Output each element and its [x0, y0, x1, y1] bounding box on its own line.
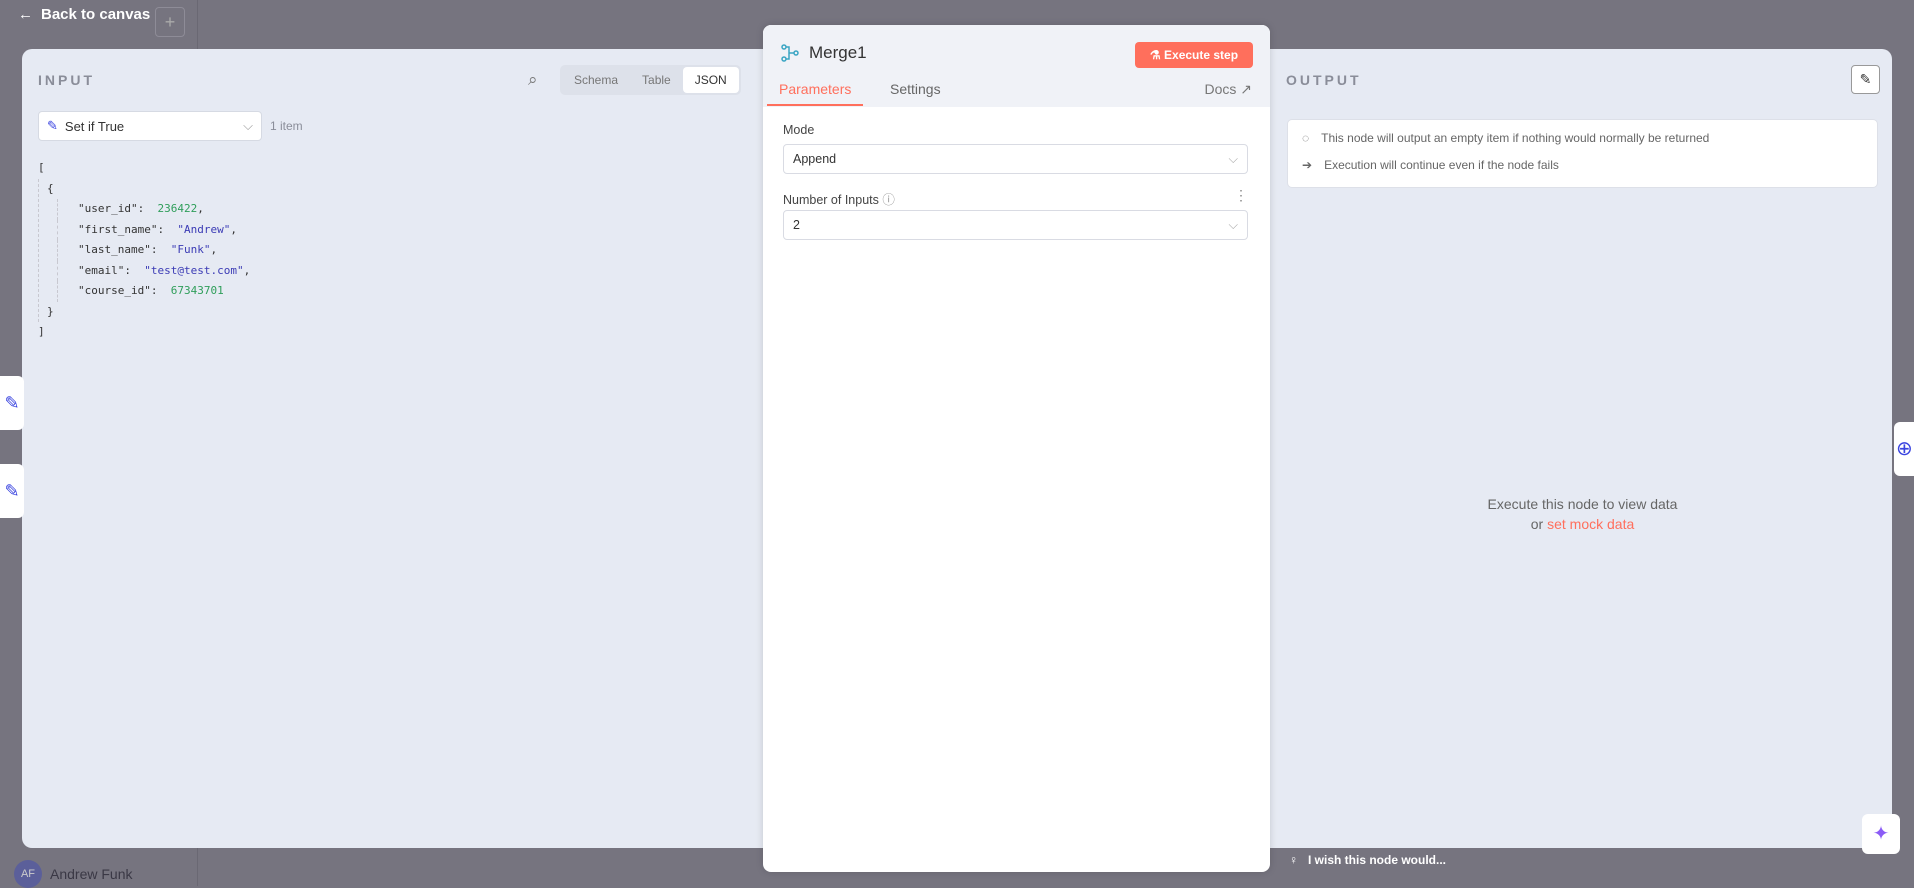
node-title: Merge1	[809, 43, 867, 62]
user-name: Andrew Funk	[50, 866, 133, 882]
chevron-down-icon: ⌵	[243, 118, 253, 133]
options-menu-icon[interactable]: ⋮	[1234, 187, 1248, 204]
json-close-brace: }	[47, 304, 54, 318]
node-settings-panel: Merge1 ⚗ Execute step Parameters Setting…	[763, 25, 1270, 872]
chevron-down-icon: ⌵	[1228, 218, 1238, 232]
json-field: "email": "test@test.com",	[57, 260, 250, 281]
set-mock-data-link[interactable]: set mock data	[1547, 516, 1634, 532]
json-field: "course_id": 67343701	[57, 281, 250, 302]
search-icon[interactable]: ⌕	[528, 70, 538, 90]
mode-label: Mode	[783, 123, 815, 137]
json-field: "first_name": "Andrew",	[57, 219, 250, 240]
chevron-down-icon: ⌵	[1228, 152, 1238, 166]
user-menu[interactable]: AF Andrew Funk	[14, 860, 132, 888]
tab-parameters[interactable]: Parameters	[767, 81, 864, 106]
edit-output-button[interactable]: ✎	[1851, 65, 1880, 94]
output-label: OUTPUT	[1286, 72, 1362, 88]
add-button[interactable]: +	[155, 7, 185, 37]
help-icon[interactable]: ⓘ	[882, 193, 895, 207]
feedback-link[interactable]: ♀ I wish this node would...	[1289, 853, 1446, 867]
pencil-icon: ✎	[47, 118, 58, 133]
arrow-right-icon: ➔	[1302, 158, 1313, 172]
pencil-icon: ✎	[1859, 71, 1872, 87]
tab-json[interactable]: JSON	[682, 67, 739, 93]
external-link-icon: ↗	[1240, 81, 1252, 97]
tab-table[interactable]: Table	[630, 67, 683, 93]
input-node-select[interactable]: ✎ Set if True ⌵	[38, 111, 262, 141]
execute-step-button[interactable]: ⚗ Execute step	[1135, 42, 1253, 68]
pencil-icon[interactable]: ✎	[0, 376, 24, 430]
globe-icon[interactable]: ⊕	[1894, 422, 1914, 476]
view-switcher: Schema Table JSON	[560, 65, 741, 95]
lightbulb-icon: ♀	[1289, 853, 1298, 867]
merge-icon	[781, 44, 799, 62]
tab-schema[interactable]: Schema	[562, 67, 630, 93]
number-of-inputs-select[interactable]: 2 ⌵	[783, 210, 1248, 240]
input-label: INPUT	[38, 72, 95, 88]
avatar: AF	[14, 860, 42, 888]
json-view: [{"user_id": 236422, "first_name": "Andre…	[38, 158, 250, 343]
tab-settings[interactable]: Settings	[890, 81, 941, 105]
pencil-icon[interactable]: ✎	[0, 464, 24, 518]
json-field: "user_id": 236422,	[57, 199, 250, 220]
loop-icon: ◌	[1302, 131, 1310, 145]
json-close-bracket: ]	[38, 325, 45, 338]
arrow-left-icon: ←	[18, 6, 33, 23]
json-open-bracket: [	[38, 161, 45, 174]
docs-link[interactable]: Docs ↗	[1204, 81, 1252, 98]
json-open-brace: {	[47, 181, 54, 195]
ai-assistant-sparkle-icon[interactable]: ✦	[1862, 814, 1900, 854]
item-count: 1 item	[270, 119, 303, 133]
mode-select[interactable]: Append ⌵	[783, 144, 1248, 174]
output-notices: ◌ This node will output an empty item if …	[1287, 119, 1878, 188]
output-empty-state: Execute this node to view data or set mo…	[1487, 496, 1678, 532]
json-field: "last_name": "Funk",	[57, 240, 250, 261]
back-to-canvas-button[interactable]: ← Back to canvas	[18, 6, 150, 23]
flask-icon: ⚗	[1149, 48, 1165, 62]
inputs-label: Number of Inputs ⓘ	[783, 193, 895, 207]
